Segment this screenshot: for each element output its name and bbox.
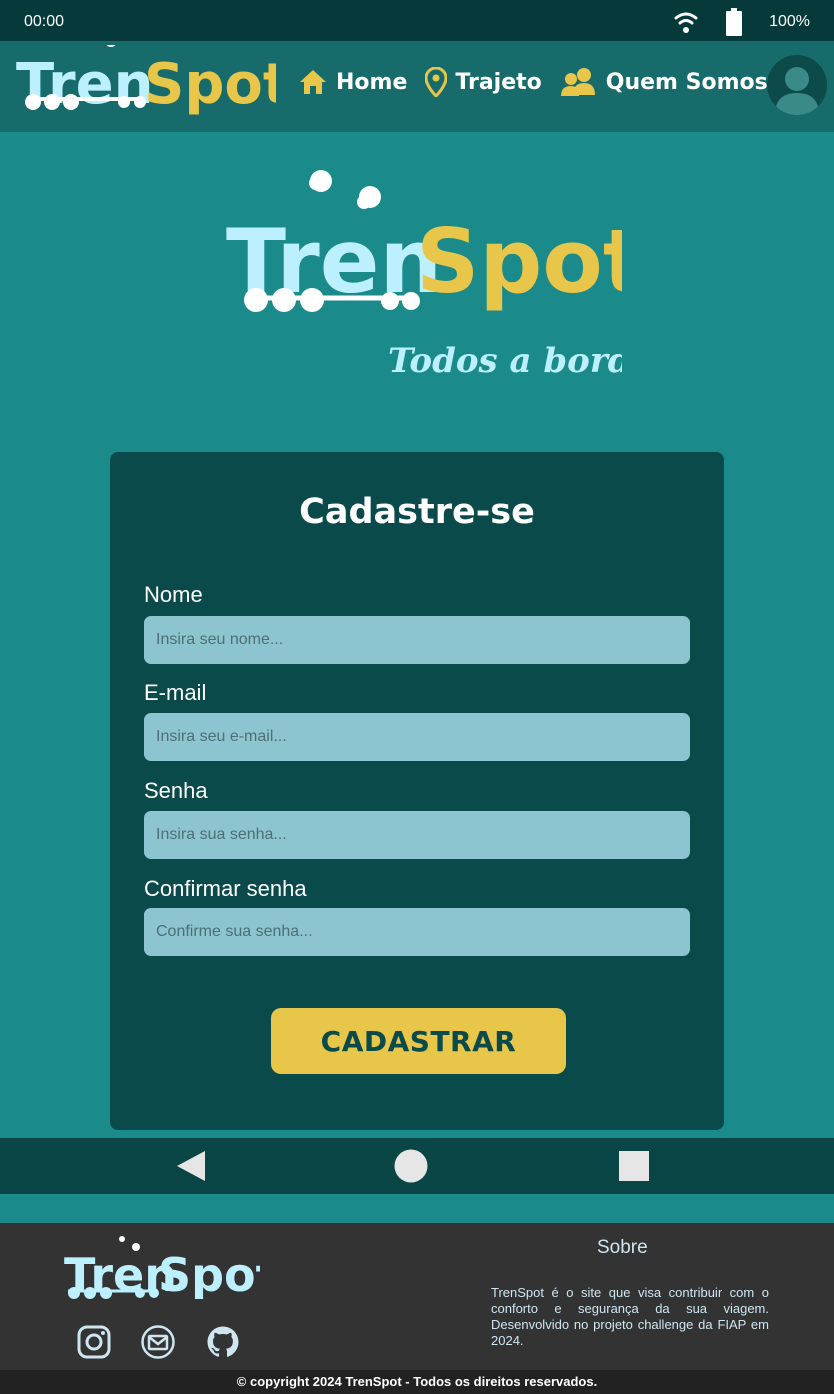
header: Tren Spot Home Trajeto Quem Somos [0,41,834,132]
hero-logo: Tren Spot Todos a bordo! [226,170,622,381]
wifi-icon [674,12,698,33]
password-input[interactable] [144,811,690,859]
copyright: © copyright 2024 TrenSpot - Todos os dir… [0,1370,834,1394]
signup-card: Cadastre-se Nome E-mail Senha Confirmar … [110,452,724,1130]
svg-text:Spot: Spot [416,210,622,313]
form-title: Cadastre-se [299,492,535,532]
main-nav: Home Trajeto Quem Somos [298,67,786,97]
home-circle-icon[interactable] [394,1149,428,1183]
sobre-text: TrenSpot é o site que visa contribuir co… [491,1285,769,1348]
nav-quem-somos[interactable]: Quem Somos [560,67,768,97]
user-icon [775,67,819,115]
nav-trajeto[interactable]: Trajeto [425,67,542,97]
battery-percent: 100% [769,13,810,30]
sobre-title: Sobre [597,1237,648,1258]
nav-home[interactable]: Home [298,68,407,96]
email-label: E-mail [144,680,207,705]
map-pin-icon [425,67,448,97]
confirm-password-input[interactable] [144,908,690,956]
email-input[interactable] [144,713,690,761]
instagram-icon[interactable] [77,1325,111,1359]
battery-icon [726,8,743,36]
status-icons: 100% [673,8,810,36]
svg-text:Spot: Spot [144,52,276,117]
github-icon[interactable] [206,1325,240,1359]
user-avatar[interactable] [767,55,827,115]
footer-logo: Tren Spot [64,1236,260,1299]
name-label: Nome [144,582,203,607]
status-bar: 00:00 100% [0,0,834,41]
nav-home-label: Home [336,69,408,95]
status-time: 00:00 [24,13,65,30]
recents-icon[interactable] [619,1151,649,1181]
svg-text:Spot: Spot [158,1248,260,1299]
home-icon [300,70,326,94]
password-label: Senha [144,778,208,803]
nav-quem-somos-label: Quem Somos [605,69,768,95]
tagline: Todos a bordo! [388,341,622,381]
nav-trajeto-label: Trajeto [455,69,542,95]
footer: Tren Spot Sobre TrenSpot é o site que vi… [0,1223,834,1394]
name-input[interactable] [144,616,690,664]
header-logo[interactable]: Tren Spot [16,45,276,119]
mail-icon[interactable] [141,1325,175,1359]
back-icon[interactable] [175,1150,207,1182]
users-icon [560,68,595,96]
confirm-password-label: Confirmar senha [144,876,307,901]
cadastrar-button[interactable]: CADASTRAR [271,1008,566,1074]
android-nav-bar [0,1138,834,1194]
